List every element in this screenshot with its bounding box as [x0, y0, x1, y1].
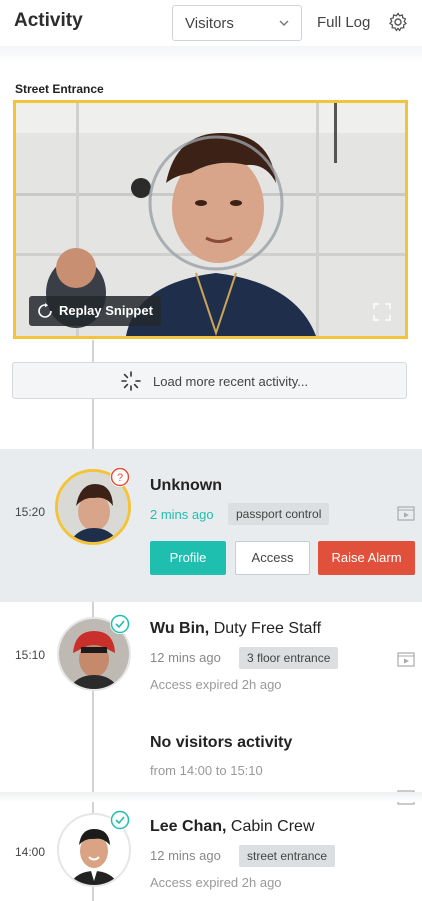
- timeline-gap-dash: [92, 715, 94, 800]
- gear-icon[interactable]: [388, 12, 408, 32]
- check-badge-icon: [110, 810, 130, 830]
- activity-row-unknown[interactable]: 15:20 ? Unknown 2 mins ago passport cont…: [0, 449, 422, 602]
- load-more-label: Load more recent activity...: [153, 374, 309, 389]
- video-icon[interactable]: [397, 504, 415, 522]
- event-ago: 12 mins ago: [150, 650, 221, 665]
- access-note: Access expired 2h ago: [150, 875, 282, 890]
- load-more-button[interactable]: Load more recent activity...: [12, 362, 407, 399]
- activity-row-lee-chan[interactable]: 14:00 Lee Chan, Cabin Crew 12 mins ago s…: [0, 805, 422, 901]
- event-time: 15:10: [15, 648, 46, 662]
- full-log-link[interactable]: Full Log: [317, 14, 370, 31]
- section-divider: [0, 792, 422, 802]
- visitor-name: Unknown: [150, 477, 222, 494]
- gap-range: from 14:00 to 15:10: [150, 763, 263, 778]
- replay-snippet-button[interactable]: Replay Snippet: [29, 296, 161, 326]
- visitor-name: Lee Chan, Cabin Crew: [150, 818, 315, 835]
- location-tag: street entrance: [239, 845, 336, 867]
- spinner-icon: [121, 371, 141, 391]
- location-tag: passport control: [228, 503, 330, 525]
- activity-row-wu-bin[interactable]: 15:10 Wu Bin, Duty Free Staff 12 mins ag…: [0, 602, 422, 712]
- event-ago: 2 mins ago: [150, 507, 214, 522]
- chevron-down-icon: [279, 20, 289, 26]
- camera-label: Street Entrance: [15, 82, 104, 96]
- profile-button[interactable]: Profile: [150, 541, 226, 575]
- raise-alarm-button[interactable]: Raise Alarm: [318, 541, 415, 575]
- access-button[interactable]: Access: [235, 541, 310, 575]
- expand-icon[interactable]: [371, 301, 393, 323]
- page-title: Activity: [14, 10, 83, 31]
- filter-selected-value: Visitors: [185, 15, 234, 32]
- event-time: 15:20: [15, 505, 46, 519]
- access-note: Access expired 2h ago: [150, 677, 282, 692]
- event-ago: 12 mins ago: [150, 848, 221, 863]
- question-badge-icon: ?: [110, 467, 130, 487]
- visitor-filter-select[interactable]: Visitors: [172, 5, 302, 41]
- event-time: 14:00: [15, 845, 46, 859]
- check-badge-icon: [110, 614, 130, 634]
- video-icon[interactable]: [397, 650, 415, 668]
- visitor-name: Wu Bin, Duty Free Staff: [150, 620, 322, 637]
- replay-icon: [38, 303, 52, 318]
- gap-title: No visitors activity: [150, 734, 293, 751]
- header-shadow: [0, 46, 422, 64]
- location-tag: 3 floor entrance: [239, 647, 339, 669]
- svg-text:?: ?: [117, 472, 123, 484]
- replay-snippet-label: Replay Snippet: [59, 303, 153, 318]
- header: Activity Visitors Full Log: [0, 0, 422, 46]
- camera-feed[interactable]: Replay Snippet: [13, 100, 408, 339]
